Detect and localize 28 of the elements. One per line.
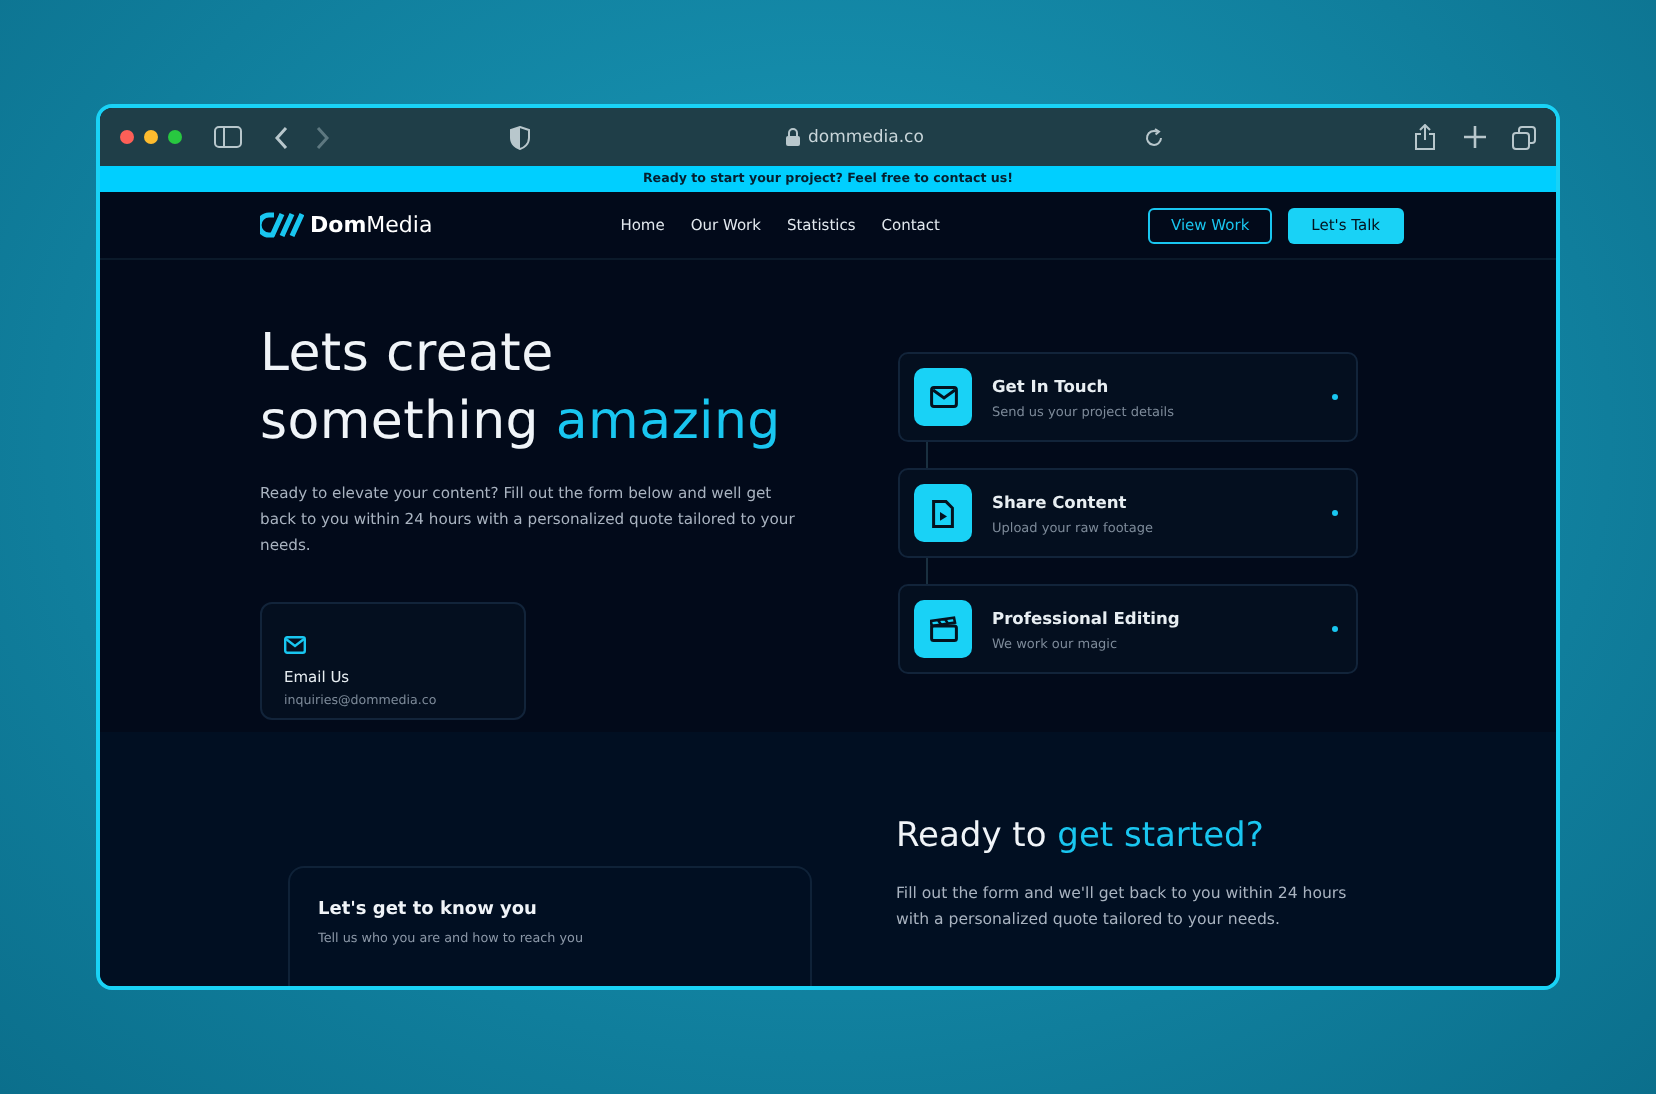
new-tab-icon[interactable]	[1464, 126, 1486, 148]
shield-icon[interactable]	[510, 125, 530, 149]
sidebar-icon[interactable]	[214, 126, 242, 148]
close-window-icon[interactable]	[120, 130, 134, 144]
step-title: Professional Editing	[992, 607, 1180, 627]
forward-icon[interactable]	[314, 125, 330, 149]
back-icon[interactable]	[274, 125, 290, 149]
tabs-overview-icon[interactable]	[1512, 125, 1536, 149]
cta-title: Ready to get started?	[896, 816, 1266, 856]
logo-text[interactable]: DomMedia	[310, 212, 433, 238]
reload-icon[interactable]	[1143, 127, 1164, 147]
step-title: Share Content	[992, 491, 1129, 511]
clapperboard-icon	[929, 616, 957, 642]
logo-icon	[260, 212, 304, 238]
lock-icon	[786, 128, 800, 146]
minimize-window-icon[interactable]	[144, 130, 158, 144]
status-dot-icon	[1332, 626, 1338, 632]
address-text[interactable]: dommedia.co	[808, 127, 924, 147]
maximize-window-icon[interactable]	[168, 130, 182, 144]
mail-icon	[929, 386, 957, 408]
mail-icon	[284, 636, 306, 654]
status-dot-icon	[1332, 394, 1338, 400]
status-dot-icon	[1332, 510, 1338, 516]
form-title: Let's get to know you	[318, 900, 539, 920]
hero-title: Lets create something amazing	[260, 322, 783, 456]
step-title: Get In Touch	[992, 375, 1111, 395]
share-icon[interactable]	[1414, 124, 1436, 150]
video-file-icon	[932, 499, 954, 527]
